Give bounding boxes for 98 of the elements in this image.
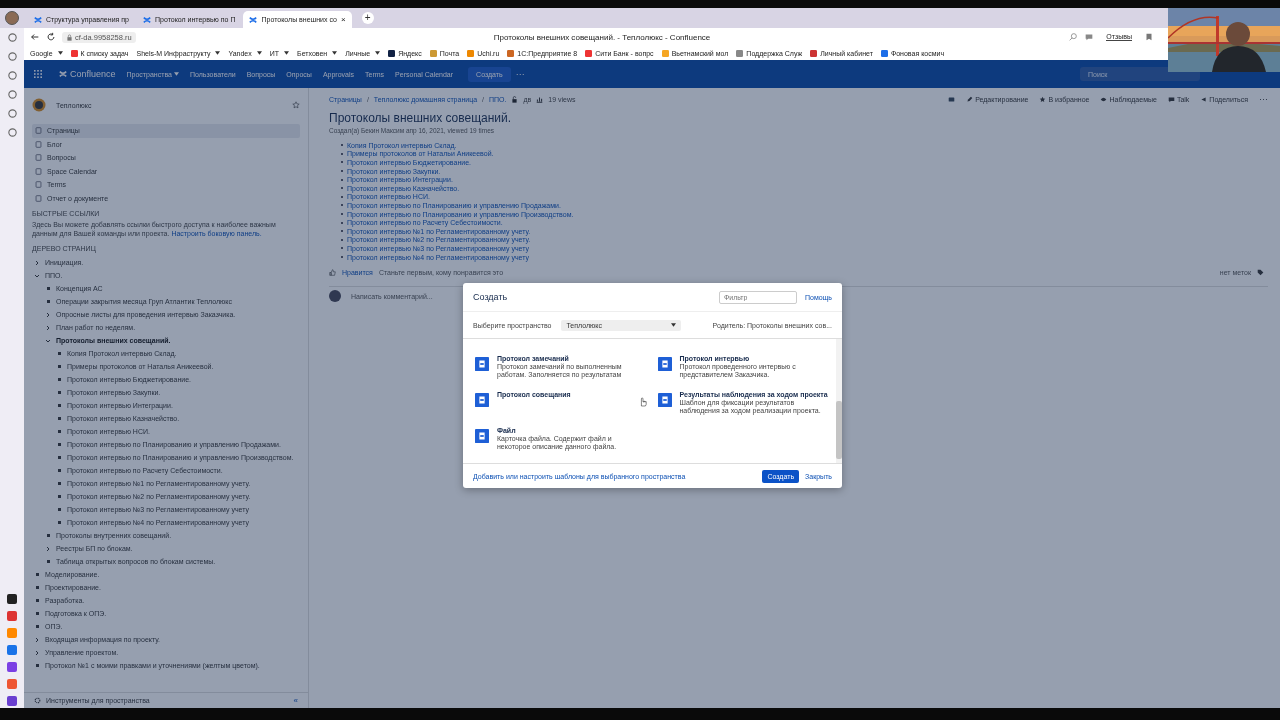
- confluence-icon: [249, 15, 258, 24]
- chevron-icon[interactable]: [34, 259, 40, 266]
- bullet-icon: [57, 404, 61, 407]
- favicon-icon: [467, 49, 475, 57]
- favicon-icon: [736, 49, 744, 57]
- caret-icon: [671, 323, 677, 327]
- confluence-icon: [34, 15, 42, 24]
- star-icon[interactable]: [292, 101, 300, 109]
- document-icon: [657, 357, 672, 371]
- caret-icon: [256, 51, 262, 55]
- bookmark-icon[interactable]: [1144, 32, 1154, 42]
- favicon-icon: [661, 49, 669, 57]
- collapse-sidebar-button[interactable]: «: [293, 696, 298, 705]
- bullet-icon: [57, 456, 61, 459]
- sidebar-icon[interactable]: [6, 70, 18, 81]
- settings-icon: [34, 697, 41, 704]
- favicon-icon: [810, 49, 818, 57]
- star-icon: [1039, 95, 1047, 103]
- bullet-icon: [57, 443, 61, 446]
- bullet-icon: [57, 521, 61, 524]
- app-switcher-icon[interactable]: [34, 70, 42, 78]
- close-tab-button[interactable]: ×: [340, 15, 346, 24]
- favicon-icon: [880, 49, 888, 57]
- bullet-icon: [46, 300, 50, 303]
- caret-icon: [375, 51, 381, 55]
- profile-avatar[interactable]: [5, 11, 19, 25]
- favicon-icon: [388, 49, 396, 57]
- caret-icon: [284, 51, 290, 55]
- chevron-icon[interactable]: [34, 649, 40, 656]
- tag-icon[interactable]: [1257, 269, 1264, 277]
- caret-icon: [332, 51, 338, 55]
- bullet-icon: [46, 287, 50, 290]
- more-actions-button[interactable]: ···: [1259, 94, 1268, 104]
- sidebar-icon[interactable]: [6, 108, 18, 119]
- caret-icon: [215, 51, 221, 55]
- document-icon: [657, 393, 672, 407]
- bullet-icon: [35, 625, 39, 628]
- sidebar-icon[interactable]: [6, 32, 18, 43]
- document-icon: [475, 429, 489, 443]
- bullet-icon: [35, 664, 39, 667]
- bullet-icon: [57, 469, 61, 472]
- page-heading: Протоколы внешних совещаний.: [329, 111, 513, 125]
- favicon-icon: [585, 49, 593, 57]
- chevron-icon[interactable]: [45, 311, 51, 318]
- chat-icon: [1167, 95, 1175, 103]
- page-title: Протоколы внешних совещаний. - Теплолюкс - Confluence: [492, 32, 712, 42]
- lock-icon: [66, 33, 73, 41]
- favicon-icon: [429, 49, 437, 57]
- bullet-icon: [35, 586, 39, 589]
- confluence-logo[interactable]: Confluence: [59, 69, 116, 79]
- bullet-icon: [57, 352, 61, 355]
- caret-icon: [173, 72, 179, 76]
- bullet-icon: [57, 508, 61, 511]
- sidebar-icon[interactable]: [6, 51, 18, 62]
- bullet-icon: [57, 430, 61, 433]
- sidebar-icon[interactable]: [6, 89, 18, 100]
- new-tab-button[interactable]: +: [361, 12, 374, 24]
- chat-icon[interactable]: [1084, 32, 1095, 42]
- pencil-icon: [966, 95, 974, 103]
- bullet-icon: [57, 378, 61, 381]
- toolbar-icon[interactable]: [948, 95, 956, 103]
- favicon-icon: [70, 49, 78, 57]
- favicon-icon: [507, 49, 515, 57]
- reload-icon[interactable]: [46, 32, 56, 42]
- bullet-icon: [35, 612, 39, 615]
- search-icon[interactable]: [1068, 32, 1079, 42]
- sidebar-icon[interactable]: [6, 127, 18, 138]
- caret-icon: [57, 51, 63, 55]
- chevron-icon[interactable]: [45, 324, 51, 331]
- confluence-icon: [59, 70, 67, 78]
- hand-cursor-icon: [639, 397, 647, 407]
- scrollbar[interactable]: [836, 339, 842, 463]
- unlocked-icon[interactable]: [511, 95, 519, 103]
- bullet-icon: [57, 417, 61, 420]
- user-avatar: [329, 290, 341, 303]
- document-icon: [475, 393, 489, 407]
- bullet-icon: [57, 482, 61, 485]
- bullet-icon: [46, 534, 50, 537]
- thumbs-up-icon[interactable]: [329, 269, 336, 277]
- more-button[interactable]: ···: [511, 65, 529, 83]
- space-logo-icon: [32, 98, 46, 112]
- chevron-icon[interactable]: [45, 337, 51, 344]
- chart-icon: [536, 95, 544, 103]
- chevron-icon[interactable]: [34, 636, 40, 643]
- bullet-icon: [46, 560, 50, 563]
- back-icon[interactable]: [30, 32, 40, 42]
- share-icon: [1200, 95, 1208, 103]
- bullet-icon: [57, 365, 61, 368]
- dialog-title: Создать: [473, 292, 508, 302]
- chevron-icon[interactable]: [34, 272, 40, 279]
- bullet-icon: [35, 599, 39, 602]
- eye-icon: [1100, 95, 1108, 103]
- confluence-icon: [142, 15, 151, 24]
- bullet-icon: [35, 573, 39, 576]
- chevron-icon[interactable]: [45, 545, 51, 552]
- document-icon: [475, 357, 489, 371]
- bullet-icon: [57, 495, 61, 498]
- bullet-icon: [57, 391, 61, 394]
